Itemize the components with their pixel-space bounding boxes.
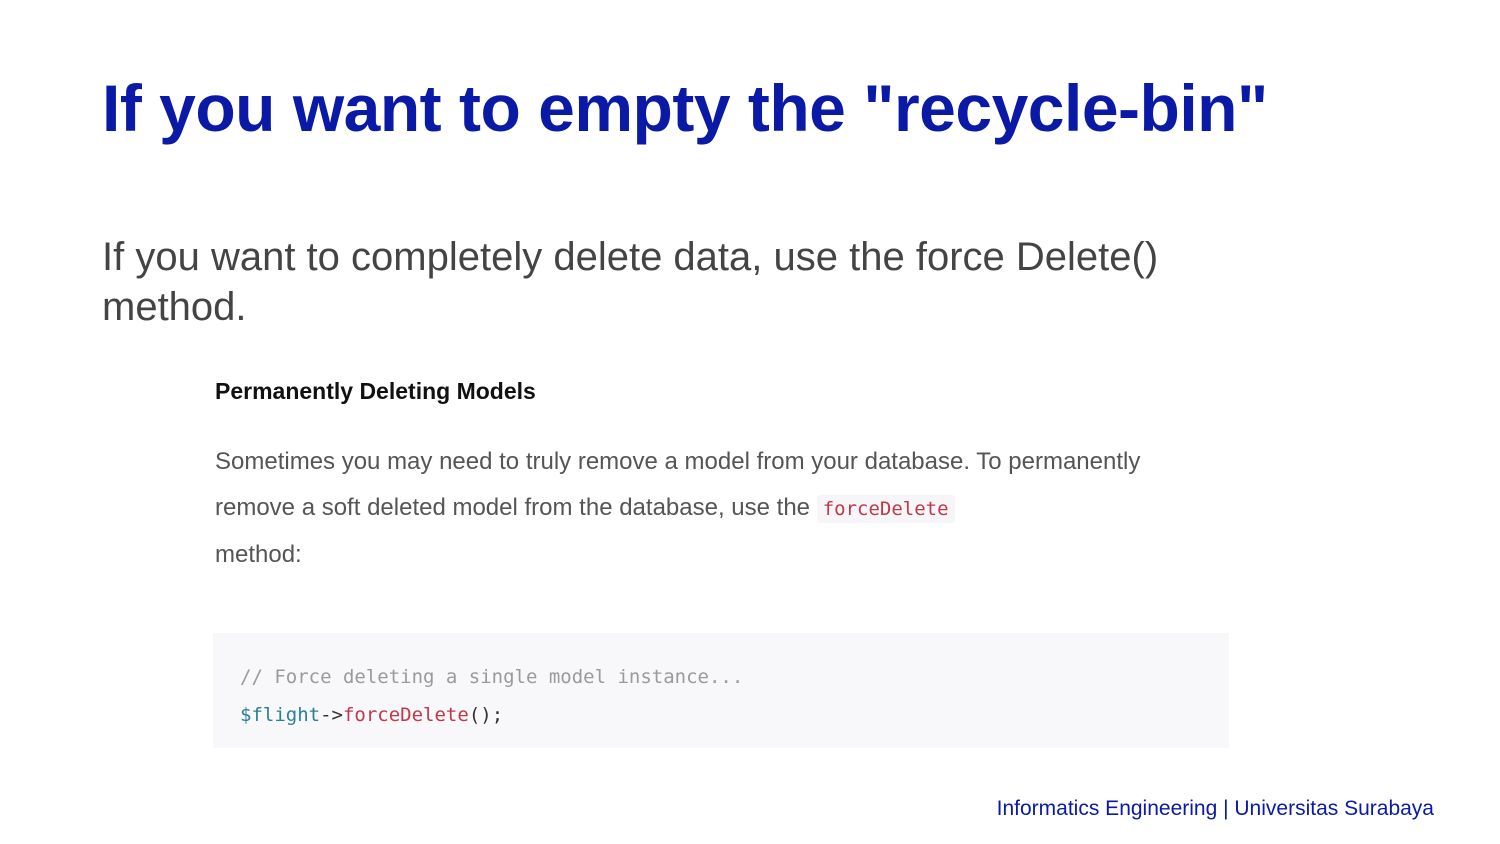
slide-title: If you want to empty the "recycle-bin" [102, 71, 1268, 145]
code-method: forceDelete [342, 704, 469, 726]
slide-body-text: If you want to completely delete data, u… [102, 235, 1159, 329]
docs-screenshot: Permanently Deleting Models Sometimes yo… [215, 378, 1230, 578]
code-line: $flight->forceDelete(); [240, 704, 503, 726]
footer: Informatics Engineering | Universitas Su… [996, 797, 1434, 820]
para-text-end: method: [215, 541, 302, 568]
code-var: $flight [240, 704, 321, 726]
code-arrow: -> [320, 704, 343, 726]
code-block: // Force deleting a single model instanc… [213, 633, 1229, 748]
code-tail: (); [468, 704, 504, 726]
para-text: Sometimes you may need to truly remove a… [215, 448, 1141, 521]
docs-paragraph: Sometimes you may need to truly remove a… [215, 439, 1215, 578]
docs-heading: Permanently Deleting Models [215, 378, 536, 404]
code-comment: // Force deleting a single model instanc… [240, 666, 744, 688]
inline-code: forceDelete [816, 495, 955, 523]
